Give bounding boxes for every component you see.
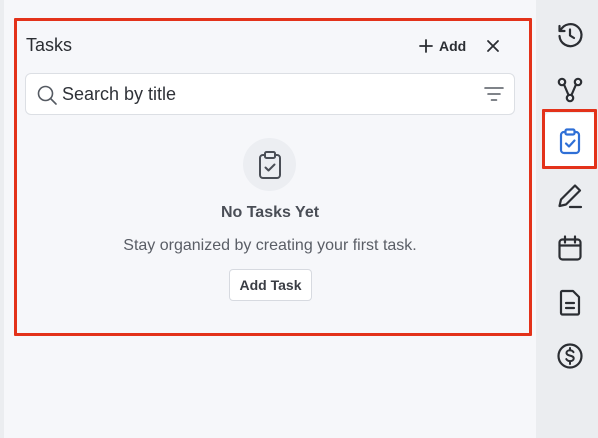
pen-icon: [558, 184, 583, 209]
calendar-icon: [558, 235, 582, 261]
right-sidebar: [536, 0, 598, 438]
rail-item-notes[interactable]: [556, 182, 584, 210]
history-icon: [558, 23, 583, 48]
rail-item-documents[interactable]: [556, 288, 584, 316]
workflow-icon: [557, 77, 583, 103]
rail-highlight-box: [542, 109, 597, 169]
rail-item-workflow[interactable]: [556, 76, 584, 104]
document-icon: [559, 289, 581, 316]
rail-item-billing[interactable]: [556, 342, 584, 370]
panel-highlight-box: [14, 18, 532, 336]
dollar-icon: [557, 343, 583, 369]
rail-item-calendar[interactable]: [556, 234, 584, 262]
rail-item-history[interactable]: [556, 21, 584, 49]
